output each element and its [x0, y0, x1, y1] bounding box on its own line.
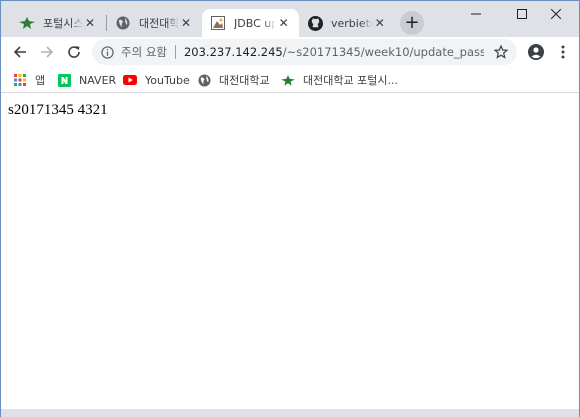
- forward-arrow-icon: [41, 46, 54, 58]
- url-path: /~s20171345/week10/update_passwd....: [282, 45, 484, 59]
- maximize-icon: [517, 9, 527, 19]
- globe-icon: [197, 73, 211, 87]
- browser-window: 포털시스 ✕ 대전대학 ✕ JDBC upd ✕ verbieter ✕ +: [0, 0, 580, 417]
- page-body-text: s20171345 4321: [8, 102, 108, 118]
- youtube-icon: [123, 73, 137, 87]
- tab-university[interactable]: 대전대학 ✕: [107, 9, 201, 37]
- close-window-button[interactable]: [533, 1, 579, 27]
- globe-icon: [115, 15, 131, 31]
- back-arrow-icon: [13, 46, 26, 58]
- tab-github[interactable]: verbieter ✕: [299, 9, 395, 37]
- reload-icon: [68, 46, 80, 58]
- url-text[interactable]: 203.237.142.245/~s20171345/week10/update…: [184, 45, 484, 59]
- toolbar: 주의 요함 203.237.142.245/~s20171345/week10/…: [1, 37, 579, 67]
- bookmark-star-icon[interactable]: [493, 44, 509, 60]
- close-icon[interactable]: ✕: [83, 15, 97, 31]
- bookmark-label: YouTube: [145, 73, 190, 87]
- apps-grid-icon: [13, 73, 27, 87]
- bookmark-apps[interactable]: 앱: [13, 71, 45, 89]
- bookmark-label: NAVER: [79, 73, 117, 87]
- more-vert-icon: [561, 45, 565, 59]
- close-icon[interactable]: ✕: [179, 15, 193, 31]
- forward-button[interactable]: [35, 40, 59, 64]
- security-label[interactable]: 주의 요함: [121, 44, 167, 60]
- profile-button[interactable]: [526, 42, 546, 62]
- tab-strip: 포털시스 ✕ 대전대학 ✕ JDBC upd ✕ verbieter ✕ +: [1, 1, 579, 37]
- window-bottom-edge: [1, 409, 579, 417]
- back-button[interactable]: [8, 40, 32, 64]
- omnibox-divider: [174, 45, 176, 59]
- account-icon: [528, 44, 544, 60]
- tab-title: JDBC upd: [234, 16, 277, 30]
- close-icon[interactable]: ✕: [276, 15, 291, 31]
- menu-button[interactable]: [553, 42, 573, 62]
- minimize-button[interactable]: [453, 1, 499, 27]
- address-bar[interactable]: 주의 요함 203.237.142.245/~s20171345/week10/…: [92, 39, 517, 65]
- tab-title: 포털시스: [43, 17, 84, 30]
- portal-leaf-icon: [19, 15, 35, 31]
- tab-title: verbieter: [331, 16, 373, 30]
- bookmark-youtube[interactable]: YouTube: [123, 71, 190, 89]
- bookmark-label: 대전대학교: [219, 74, 270, 87]
- bookmark-university[interactable]: 대전대학교: [197, 71, 270, 89]
- bookmark-label: 대전대학교 포털시...: [303, 74, 398, 87]
- naver-icon: [57, 73, 71, 87]
- bookmark-label: 앱: [35, 74, 46, 87]
- github-icon: [307, 15, 323, 31]
- tab-portal[interactable]: 포털시스 ✕: [11, 9, 105, 37]
- bookmarks-bar: 앱 NAVER YouTube 대전대학교 대전대학교 포털시...: [1, 67, 579, 93]
- tab-jdbc[interactable]: JDBC upd ✕: [202, 9, 299, 37]
- new-tab-button[interactable]: +: [400, 11, 424, 35]
- page-content: s20171345 4321: [1, 94, 579, 416]
- minimize-icon: [471, 13, 481, 15]
- document-image-icon: [210, 15, 226, 31]
- url-host: 203.237.142.245: [183, 45, 283, 59]
- bookmark-portal[interactable]: 대전대학교 포털시...: [281, 71, 398, 89]
- close-window-icon: [551, 9, 561, 19]
- info-icon[interactable]: [100, 45, 114, 59]
- reload-button[interactable]: [62, 40, 86, 64]
- portal-leaf-icon: [281, 73, 295, 87]
- tab-title: 대전대학: [139, 17, 180, 30]
- close-icon[interactable]: ✕: [373, 15, 387, 31]
- bookmark-naver[interactable]: NAVER: [57, 71, 116, 89]
